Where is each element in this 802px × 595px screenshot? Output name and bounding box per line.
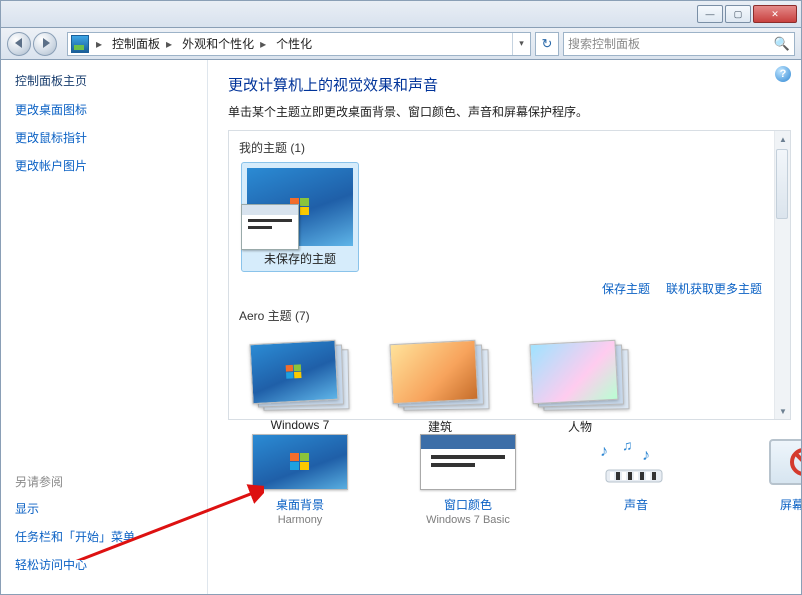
scroll-thumb[interactable] [776, 149, 788, 219]
sidebar: 控制面板主页 更改桌面图标 更改鼠标指针 更改帐户图片 另请参阅 显示 任务栏和… [1, 60, 207, 594]
content-pane: ? 更改计算机上的视觉效果和声音 单击某个主题立即更改桌面背景、窗口颜色、声音和… [207, 60, 801, 594]
scroll-up-button[interactable]: ▲ [775, 131, 791, 147]
crumb-personalization[interactable]: 个性化 [270, 35, 314, 52]
sidebar-heading[interactable]: 控制面板主页 [15, 72, 207, 89]
svg-text:♪: ♪ [600, 443, 608, 460]
link-get-more-themes[interactable]: 联机获取更多主题 [666, 280, 762, 297]
theme-name: 建筑 [386, 418, 494, 435]
page-subtitle: 单击某个主题立即更改桌面背景、窗口颜色、声音和屏幕保护程序。 [228, 103, 791, 120]
tile-sublabel: Harmony [252, 514, 348, 526]
theme-name: 未保存的主题 [246, 250, 354, 267]
help-icon[interactable]: ? [775, 66, 791, 82]
desktop-background-icon [252, 434, 348, 490]
sidebar-link-mouse-pointers[interactable]: 更改鼠标指针 [15, 129, 207, 146]
control-panel-icon [71, 35, 89, 53]
group-my-themes: 我的主题 (1) [239, 139, 782, 156]
close-button[interactable]: ✕ [753, 5, 797, 23]
theme-item-windows7[interactable]: Windows 7 [241, 330, 359, 440]
search-placeholder: 搜索控制面板 [568, 35, 640, 52]
tile-label: 窗口颜色 [420, 496, 516, 513]
theme-name: Windows 7 [246, 418, 354, 432]
refresh-button[interactable]: ↻ [535, 32, 559, 56]
minimize-button[interactable]: — [697, 5, 723, 23]
svg-text:♪: ♪ [642, 447, 650, 464]
tile-sounds[interactable]: ♪ ♫ ♪ 声音 [588, 434, 684, 526]
breadcrumb[interactable]: ▸ 控制面板 ▸ 外观和个性化 ▸ 个性化 ▾ [67, 32, 531, 56]
scroll-down-button[interactable]: ▼ [775, 403, 791, 419]
theme-item-architecture[interactable]: 建筑 [381, 330, 499, 440]
breadcrumb-dropdown[interactable]: ▾ [512, 33, 530, 55]
tile-label: 声音 [588, 496, 684, 513]
tile-desktop-background[interactable]: 桌面背景 Harmony [252, 434, 348, 526]
chevron-right-icon: ▸ [256, 37, 270, 51]
sound-icon: ♪ ♫ ♪ [588, 434, 684, 490]
theme-name: 人物 [526, 418, 634, 435]
sidebar-link-taskbar-start[interactable]: 任务栏和「开始」菜单 [15, 528, 207, 545]
svg-text:♫: ♫ [622, 437, 633, 453]
themes-listbox: ▲ ▼ 我的主题 (1) 未保存的主题 [228, 130, 791, 420]
window-color-icon [420, 434, 516, 490]
screensaver-icon [756, 434, 801, 490]
sidebar-link-desktop-icons[interactable]: 更改桌面图标 [15, 101, 207, 118]
tile-label: 桌面背景 [252, 496, 348, 513]
tile-sublabel: Windows 7 Basic [420, 514, 516, 526]
tile-label: 屏幕保护 [756, 496, 801, 513]
theme-item-characters[interactable]: 人物 [521, 330, 639, 440]
sidebar-seealso-heading: 另请参阅 [15, 473, 207, 490]
sidebar-link-display[interactable]: 显示 [15, 500, 207, 517]
main-area: 控制面板主页 更改桌面图标 更改鼠标指针 更改帐户图片 另请参阅 显示 任务栏和… [0, 60, 802, 595]
settings-row: 桌面背景 Harmony 窗口颜色 Windows 7 Basic ♪ ♫ ♪ 声音 [228, 434, 791, 526]
tile-window-color[interactable]: 窗口颜色 Windows 7 Basic [420, 434, 516, 526]
sidebar-link-ease-of-access[interactable]: 轻松访问中心 [15, 556, 207, 573]
nav-buttons [7, 31, 63, 57]
group-aero-themes: Aero 主题 (7) [239, 307, 782, 324]
page-title: 更改计算机上的视觉效果和声音 [228, 74, 791, 95]
back-button[interactable] [7, 32, 31, 56]
mini-window-icon [241, 204, 299, 250]
theme-item-unsaved[interactable]: 未保存的主题 [241, 162, 359, 272]
link-save-theme[interactable]: 保存主题 [602, 280, 650, 297]
chevron-right-icon: ▸ [162, 37, 176, 51]
window-title-bar: — ▢ ✕ [0, 0, 802, 27]
maximize-button[interactable]: ▢ [725, 5, 751, 23]
chevron-right-icon: ▸ [92, 37, 106, 51]
search-input[interactable]: 搜索控制面板 🔍 [563, 32, 795, 56]
search-icon: 🔍 [774, 36, 790, 52]
forward-button[interactable] [33, 32, 57, 56]
sidebar-link-account-picture[interactable]: 更改帐户图片 [15, 157, 207, 174]
crumb-appearance[interactable]: 外观和个性化 [176, 35, 256, 52]
theme-action-links: 保存主题 联机获取更多主题 [237, 280, 762, 297]
address-bar: ▸ 控制面板 ▸ 外观和个性化 ▸ 个性化 ▾ ↻ 搜索控制面板 🔍 [0, 27, 802, 60]
scrollbar[interactable]: ▲ ▼ [774, 131, 790, 419]
crumb-root[interactable]: 控制面板 [106, 35, 162, 52]
tile-screensaver[interactable]: 屏幕保护 [756, 434, 801, 526]
